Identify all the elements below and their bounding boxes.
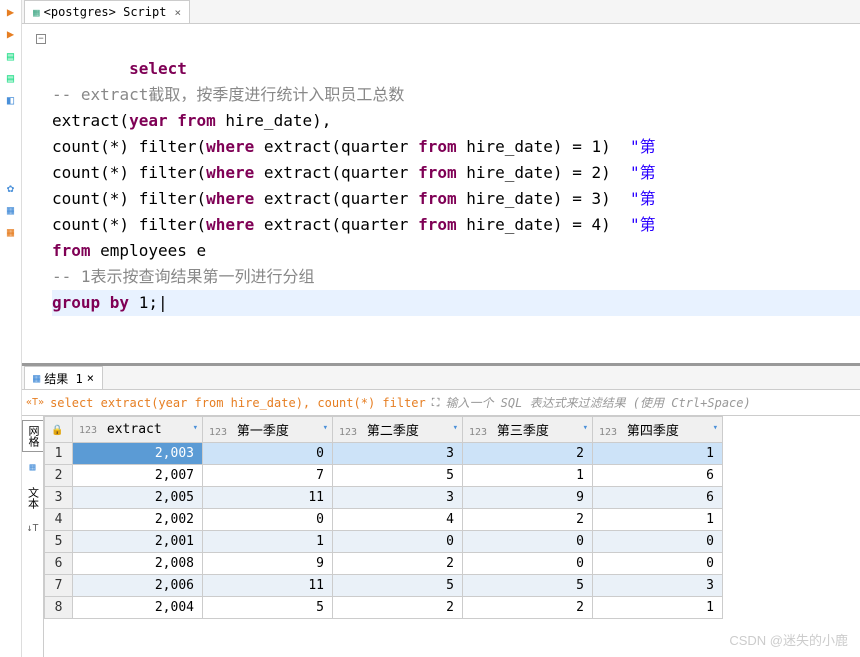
editor-tab[interactable]: ▦ <postgres> Script ×	[24, 0, 190, 23]
cell[interactable]: 0	[593, 553, 723, 575]
grid-small-icon: ▦	[29, 462, 35, 473]
run-icon[interactable]: ▶	[3, 4, 19, 20]
cell[interactable]: 1	[203, 531, 333, 553]
row-number[interactable]: 4	[45, 509, 73, 531]
table-row[interactable]: 52,0011000	[45, 531, 723, 553]
row-number[interactable]: 1	[45, 443, 73, 465]
row-number[interactable]: 6	[45, 553, 73, 575]
cell[interactable]: 11	[203, 575, 333, 597]
results-panel: ▦ 结果 1 × «T» select extract(year from hi…	[22, 364, 860, 657]
cell[interactable]: 2,005	[73, 487, 203, 509]
cell[interactable]: 9	[203, 553, 333, 575]
tab-title: <postgres> Script	[44, 5, 167, 19]
side-tabs: 网格 ▦ 文本 ↓T	[22, 416, 44, 657]
cell[interactable]: 7	[203, 465, 333, 487]
row-number[interactable]: 8	[45, 597, 73, 619]
db-icon-1[interactable]: ▦	[3, 202, 19, 218]
cell[interactable]: 5	[203, 597, 333, 619]
cell[interactable]: 2,001	[73, 531, 203, 553]
cell[interactable]: 11	[203, 487, 333, 509]
cell[interactable]: 9	[463, 487, 593, 509]
table-row[interactable]: 72,00611553	[45, 575, 723, 597]
cell[interactable]: 2,002	[73, 509, 203, 531]
corner-cell: 🔒	[45, 417, 73, 443]
cell[interactable]: 3	[593, 575, 723, 597]
row-number[interactable]: 3	[45, 487, 73, 509]
cell[interactable]: 2,004	[73, 597, 203, 619]
results-tab-label: 结果 1	[44, 370, 82, 387]
column-header[interactable]: 123 第二季度▾	[333, 417, 463, 443]
grid-icon: ▦	[33, 371, 40, 385]
tdown-icon: ↓T	[26, 523, 38, 534]
sql-editor[interactable]: −select -- extract截取，按季度进行统计入职员工总数 extra…	[22, 24, 860, 363]
cell[interactable]: 0	[463, 553, 593, 575]
cell[interactable]: 2,007	[73, 465, 203, 487]
cell[interactable]: 5	[333, 575, 463, 597]
table-row[interactable]: 42,0020421	[45, 509, 723, 531]
run-script-icon[interactable]: ▶	[3, 26, 19, 42]
results-tab-bar: ▦ 结果 1 ×	[22, 366, 860, 390]
results-tab[interactable]: ▦ 结果 1 ×	[24, 366, 103, 389]
cell[interactable]: 0	[203, 509, 333, 531]
gear-icon[interactable]: ✿	[3, 180, 19, 196]
column-header[interactable]: 123 第一季度▾	[203, 417, 333, 443]
close-icon[interactable]: ×	[174, 6, 181, 19]
cell[interactable]: 6	[593, 465, 723, 487]
cell[interactable]: 4	[333, 509, 463, 531]
filter-input[interactable]: 输入一个 SQL 表达式来过滤结果 (使用 Ctrl+Space)	[445, 394, 856, 411]
cell[interactable]: 1	[593, 509, 723, 531]
watermark: CSDN @迷失的小鹿	[729, 630, 848, 649]
cell[interactable]: 3	[333, 443, 463, 465]
db-icon-2[interactable]: ▦	[3, 224, 19, 240]
table-row[interactable]: 32,00511396	[45, 487, 723, 509]
cell[interactable]: 2	[463, 443, 593, 465]
fold-icon[interactable]: −	[36, 34, 46, 44]
side-tab-text[interactable]: 文本	[23, 483, 43, 513]
side-tab-grid[interactable]: 网格	[22, 420, 43, 452]
cell[interactable]: 0	[593, 531, 723, 553]
cell[interactable]: 0	[333, 531, 463, 553]
row-number[interactable]: 7	[45, 575, 73, 597]
row-number[interactable]: 2	[45, 465, 73, 487]
results-grid[interactable]: 🔒123 extract▾123 第一季度▾123 第二季度▾123 第三季度▾…	[44, 416, 860, 657]
editor-tab-bar: ▦ <postgres> Script ×	[22, 0, 860, 24]
table-row[interactable]: 62,0089200	[45, 553, 723, 575]
cell[interactable]: 2	[463, 597, 593, 619]
doc-icon-1[interactable]: ▤	[3, 48, 19, 64]
close-icon[interactable]: ×	[87, 371, 94, 385]
cell[interactable]: 0	[203, 443, 333, 465]
doc-icon-2[interactable]: ▤	[3, 70, 19, 86]
cell[interactable]: 1	[593, 597, 723, 619]
cell[interactable]: 2,006	[73, 575, 203, 597]
cell[interactable]: 1	[463, 465, 593, 487]
column-header[interactable]: 123 第三季度▾	[463, 417, 593, 443]
table-row[interactable]: 22,0077516	[45, 465, 723, 487]
sql-preview: select extract(year from hire_date), cou…	[50, 396, 426, 410]
cell[interactable]: 5	[333, 465, 463, 487]
cell[interactable]: 6	[593, 487, 723, 509]
filter-bar: «T» select extract(year from hire_date),…	[22, 390, 860, 416]
left-toolbar: ▶ ▶ ▤ ▤ ◧ ✿ ▦ ▦	[0, 0, 22, 657]
cell[interactable]: 3	[333, 487, 463, 509]
row-number[interactable]: 5	[45, 531, 73, 553]
cell[interactable]: 0	[463, 531, 593, 553]
table-row[interactable]: 82,0045221	[45, 597, 723, 619]
cell[interactable]: 2,003	[73, 443, 203, 465]
tt-icon[interactable]: «T»	[26, 397, 44, 408]
blue-icon[interactable]: ◧	[3, 92, 19, 108]
table-row[interactable]: 12,0030321	[45, 443, 723, 465]
cell[interactable]: 5	[463, 575, 593, 597]
cell[interactable]: 2,008	[73, 553, 203, 575]
cell[interactable]: 2	[463, 509, 593, 531]
cell[interactable]: 2	[333, 553, 463, 575]
script-icon: ▦	[33, 6, 40, 19]
column-header[interactable]: 123 第四季度▾	[593, 417, 723, 443]
column-header[interactable]: 123 extract▾	[73, 417, 203, 443]
expand-icon[interactable]: ⛶	[432, 396, 440, 410]
cell[interactable]: 2	[333, 597, 463, 619]
cell[interactable]: 1	[593, 443, 723, 465]
